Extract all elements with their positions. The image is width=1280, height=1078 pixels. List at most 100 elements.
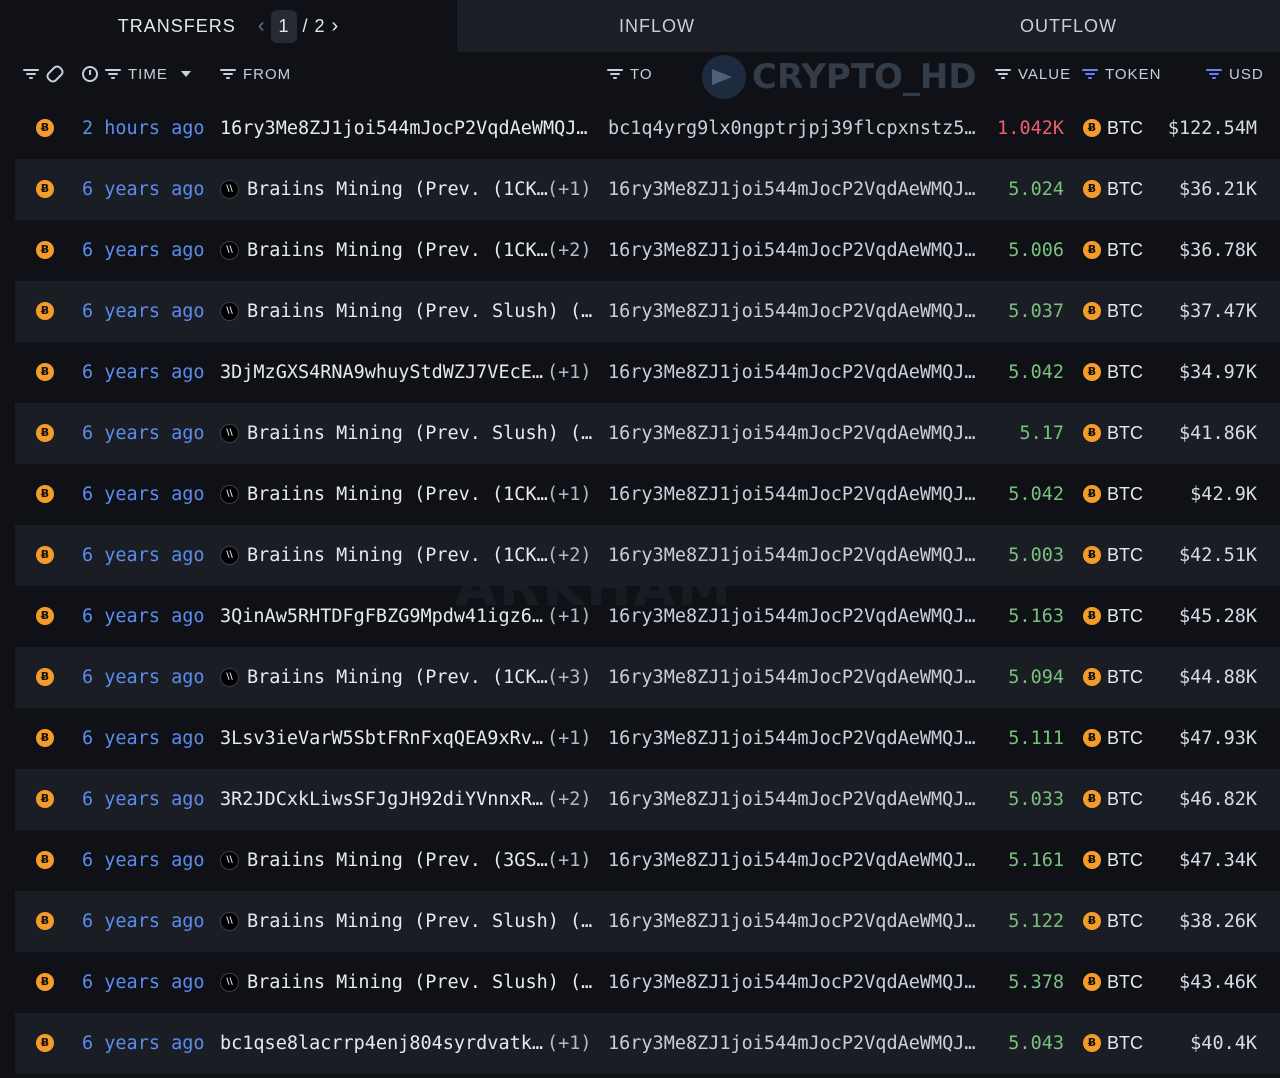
row-from-extra[interactable]: (+2) [547, 525, 592, 586]
header-token[interactable]: TOKEN [1105, 66, 1161, 83]
tab-outflow[interactable]: OUTFLOW [857, 0, 1280, 52]
table-row[interactable]: Ƀ 6 years ago \\ Braiins Mining (Prev. (… [15, 464, 1280, 525]
row-from-address[interactable]: Braiins Mining (Prev. (1CK… [247, 220, 548, 281]
row-from-address[interactable]: Braiins Mining (Prev. Slush) (… [247, 891, 592, 952]
table-row[interactable]: Ƀ 6 years ago \\ Braiins Mining (Prev. (… [15, 159, 1280, 220]
row-time[interactable]: 6 years ago [82, 220, 205, 281]
row-to[interactable]: 16ry3Me8ZJ1joi544mJocP2VqdAeWMQJ… [608, 220, 976, 281]
row-time[interactable]: 2 hours ago [82, 98, 205, 159]
row-from-address[interactable]: 3Lsv3ieVarW5SbtFRnFxqQEA9xRv… [220, 708, 543, 769]
row-time[interactable]: 6 years ago [82, 1013, 205, 1074]
table-row[interactable]: Ƀ 6 years ago \\ Braiins Mining (Prev. S… [15, 952, 1280, 1013]
row-token[interactable]: BTC [1107, 952, 1143, 1013]
row-to[interactable]: 16ry3Me8ZJ1joi544mJocP2VqdAeWMQJ… [608, 952, 976, 1013]
row-from-address[interactable]: Braiins Mining (Prev. (3GS… [247, 830, 548, 891]
table-row[interactable]: Ƀ 6 years ago \\ Braiins Mining (Prev. (… [15, 525, 1280, 586]
row-to[interactable]: 16ry3Me8ZJ1joi544mJocP2VqdAeWMQJ… [608, 464, 976, 525]
row-token[interactable]: BTC [1107, 220, 1143, 281]
row-from[interactable]: \\ Braiins Mining (Prev. (1CK… [220, 159, 548, 220]
row-from-extra[interactable]: (+2) [547, 769, 592, 830]
row-to[interactable]: 16ry3Me8ZJ1joi544mJocP2VqdAeWMQJ… [608, 586, 976, 647]
row-from-address[interactable]: Braiins Mining (Prev. (1CK… [247, 647, 548, 708]
row-to[interactable]: 16ry3Me8ZJ1joi544mJocP2VqdAeWMQJ… [608, 159, 976, 220]
row-token[interactable]: BTC [1107, 891, 1143, 952]
row-time[interactable]: 6 years ago [82, 464, 205, 525]
row-token[interactable]: BTC [1107, 769, 1143, 830]
row-from[interactable]: \\ Braiins Mining (Prev. Slush) (… [220, 281, 592, 342]
row-from-address[interactable]: Braiins Mining (Prev. Slush) (… [247, 952, 592, 1013]
row-time[interactable]: 6 years ago [82, 159, 205, 220]
row-from-address[interactable]: Braiins Mining (Prev. (1CK… [247, 159, 548, 220]
row-to[interactable]: 16ry3Me8ZJ1joi544mJocP2VqdAeWMQJ… [608, 525, 976, 586]
header-from[interactable]: FROM [243, 66, 291, 83]
header-to[interactable]: TO [630, 66, 653, 83]
row-from[interactable]: \\ Braiins Mining (Prev. (1CK… [220, 220, 548, 281]
row-from[interactable]: \\ Braiins Mining (Prev. Slush) (… [220, 952, 592, 1013]
row-from[interactable]: 3R2JDCxkLiwsSFJgJH92diYVnnxR… [220, 769, 543, 830]
row-to[interactable]: 16ry3Me8ZJ1joi544mJocP2VqdAeWMQJ… [608, 403, 976, 464]
header-usd[interactable]: USD [1229, 66, 1264, 83]
row-from[interactable]: 3DjMzGXS4RNA9whuyStdWZJ7VEcE… [220, 342, 543, 403]
row-from-extra[interactable]: (+1) [547, 830, 592, 891]
row-to[interactable]: 16ry3Me8ZJ1joi544mJocP2VqdAeWMQJ… [608, 769, 976, 830]
row-from[interactable]: \\ Braiins Mining (Prev. (3GS… [220, 830, 548, 891]
row-from-extra[interactable]: (+1) [547, 342, 592, 403]
row-token[interactable]: BTC [1107, 403, 1143, 464]
table-row[interactable]: Ƀ 6 years ago \\ Braiins Mining (Prev. S… [15, 403, 1280, 464]
row-from[interactable]: \\ Braiins Mining (Prev. (1CK… [220, 464, 548, 525]
row-from-address[interactable]: Braiins Mining (Prev. (1CK… [247, 525, 548, 586]
row-token[interactable]: BTC [1107, 1013, 1143, 1074]
link-icon[interactable] [44, 63, 66, 85]
table-row[interactable]: Ƀ 6 years ago 3QinAw5RHTDFgFBZG9Mpdw41ig… [15, 586, 1280, 647]
row-time[interactable]: 6 years ago [82, 708, 205, 769]
row-from[interactable]: \\ Braiins Mining (Prev. (1CK… [220, 647, 548, 708]
row-time[interactable]: 6 years ago [82, 769, 205, 830]
row-from-extra[interactable]: (+1) [547, 586, 592, 647]
page-current[interactable]: 1 [271, 9, 297, 43]
row-from-address[interactable]: bc1qse8lacrrp4enj804syrdvatk… [220, 1013, 543, 1074]
row-from-extra[interactable]: (+3) [547, 647, 592, 708]
row-time[interactable]: 6 years ago [82, 281, 205, 342]
row-to[interactable]: 16ry3Me8ZJ1joi544mJocP2VqdAeWMQJ… [608, 281, 976, 342]
row-to[interactable]: 16ry3Me8ZJ1joi544mJocP2VqdAeWMQJ… [608, 647, 976, 708]
row-to[interactable]: bc1q4yrg9lx0ngptrjpj39flcpxnstz5… [608, 98, 976, 159]
table-row[interactable]: Ƀ 6 years ago \\ Braiins Mining (Prev. S… [15, 891, 1280, 952]
row-to[interactable]: 16ry3Me8ZJ1joi544mJocP2VqdAeWMQJ… [608, 342, 976, 403]
row-time[interactable]: 6 years ago [82, 891, 205, 952]
filter-active-icon[interactable] [1082, 68, 1098, 80]
table-row[interactable]: Ƀ 2 hours ago 16ry3Me8ZJ1joi544mJocP2Vqd… [15, 98, 1280, 159]
row-from-extra[interactable]: (+2) [547, 220, 592, 281]
row-from[interactable]: bc1qse8lacrrp4enj804syrdvatk… [220, 1013, 543, 1074]
row-token[interactable]: BTC [1107, 830, 1143, 891]
sort-desc-icon[interactable] [180, 71, 191, 77]
row-from-address[interactable]: 3QinAw5RHTDFgFBZG9Mpdw41igz6… [220, 586, 543, 647]
row-time[interactable]: 6 years ago [82, 952, 205, 1013]
row-from-extra[interactable]: (+1) [547, 464, 592, 525]
table-row[interactable]: Ƀ 6 years ago \\ Braiins Mining (Prev. (… [15, 647, 1280, 708]
row-token[interactable]: BTC [1107, 464, 1143, 525]
row-from-address[interactable]: Braiins Mining (Prev. (1CK… [247, 464, 548, 525]
row-to[interactable]: 16ry3Me8ZJ1joi544mJocP2VqdAeWMQJ… [608, 891, 976, 952]
filter-active-icon[interactable] [1206, 68, 1222, 80]
row-from-address[interactable]: 3R2JDCxkLiwsSFJgJH92diYVnnxR… [220, 769, 543, 830]
row-token[interactable]: BTC [1107, 525, 1143, 586]
row-token[interactable]: BTC [1107, 342, 1143, 403]
filter-icon[interactable] [105, 68, 121, 80]
row-from[interactable]: 3QinAw5RHTDFgFBZG9Mpdw41igz6… [220, 586, 543, 647]
filter-icon[interactable] [23, 68, 39, 80]
chevron-right-icon[interactable]: › [332, 15, 340, 38]
row-token[interactable]: BTC [1107, 586, 1143, 647]
row-from-address[interactable]: Braiins Mining (Prev. Slush) (… [247, 403, 592, 464]
row-to[interactable]: 16ry3Me8ZJ1joi544mJocP2VqdAeWMQJ… [608, 1013, 976, 1074]
row-time[interactable]: 6 years ago [82, 586, 205, 647]
row-token[interactable]: BTC [1107, 708, 1143, 769]
row-token[interactable]: BTC [1107, 647, 1143, 708]
row-to[interactable]: 16ry3Me8ZJ1joi544mJocP2VqdAeWMQJ… [608, 830, 976, 891]
tab-transfers[interactable]: TRANSFERS ‹ 1 / 2 › [0, 0, 457, 52]
table-row[interactable]: Ƀ 6 years ago \\ Braiins Mining (Prev. (… [15, 220, 1280, 281]
row-time[interactable]: 6 years ago [82, 403, 205, 464]
table-row[interactable]: Ƀ 6 years ago \\ Braiins Mining (Prev. (… [15, 830, 1280, 891]
header-time[interactable]: TIME [128, 66, 168, 83]
row-from-extra[interactable]: (+1) [547, 1013, 592, 1074]
row-from[interactable]: \\ Braiins Mining (Prev. Slush) (… [220, 891, 592, 952]
